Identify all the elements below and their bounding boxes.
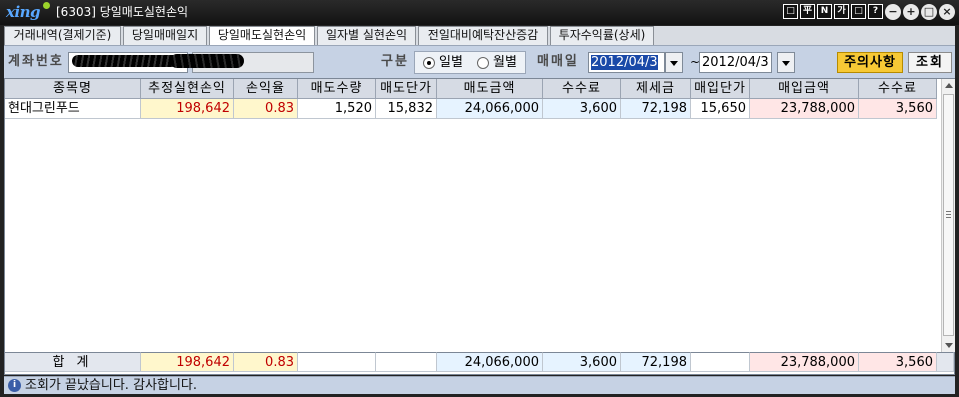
total-buy-amount: 23,788,000: [750, 352, 859, 372]
radio-daily-label: 일별: [439, 55, 463, 70]
header-tax[interactable]: 제세금: [621, 79, 691, 99]
header-est-realized-pnl[interactable]: 추정실현손익: [141, 79, 234, 99]
account-label: 계좌번호: [8, 54, 64, 69]
query-button[interactable]: 조회: [908, 52, 952, 73]
type-label: 구분: [381, 54, 409, 69]
total-row-filler: [937, 352, 954, 372]
vertical-scrollbar[interactable]: [941, 79, 955, 352]
header-sell-price[interactable]: 매도단가: [376, 79, 437, 99]
header-pnl-rate[interactable]: 손익율: [234, 79, 298, 99]
header-buy-commission[interactable]: 수수료: [859, 79, 937, 99]
results-grid: 종목명 추정실현손익 손익율 매도수량 매도단가 매도금액 수수료 제세금 매입…: [4, 78, 955, 375]
status-bar: i 조회가 끝났습니다. 감사합니다.: [4, 376, 955, 394]
date-from-dropdown[interactable]: [665, 52, 683, 73]
date-to-dropdown[interactable]: [777, 52, 795, 73]
tab-daily-realized-by-date[interactable]: 일자별 실현손익: [317, 26, 416, 45]
query-panel: 계좌번호 구분 일별 월별 매매일 2012/04/3 ~ 2012/04/3 …: [4, 45, 955, 78]
date-from-value: 2012/04/3: [591, 55, 658, 70]
minimize-icon[interactable]: −: [885, 4, 901, 20]
status-message: 조회가 끝났습니다. 감사합니다.: [25, 378, 198, 393]
close-icon[interactable]: ×: [939, 4, 955, 20]
scroll-grip-icon: [946, 211, 951, 218]
app-logo: xing: [6, 2, 50, 21]
total-buy-price: [691, 352, 750, 372]
header-buy-price[interactable]: 매입단가: [691, 79, 750, 99]
cell-stock-name[interactable]: 현대그린푸드: [5, 99, 141, 119]
cell-pnl-rate: 0.83: [234, 99, 298, 119]
total-sell-amount: 24,066,000: [437, 352, 543, 372]
cell-sell-qty: 1,520: [298, 99, 376, 119]
logo-dot-icon: [43, 2, 50, 9]
window-title: [6303] 당일매도실현손익: [56, 5, 189, 19]
cell-buy-commission: 3,560: [859, 99, 937, 119]
scroll-down-icon[interactable]: [942, 338, 955, 352]
total-est-realized-pnl: 198,642: [141, 352, 234, 372]
account-name-redaction: [170, 54, 244, 68]
total-sell-price: [376, 352, 437, 372]
radio-monthly-indicator: [477, 57, 489, 69]
radio-daily[interactable]: 일별: [423, 56, 463, 70]
radio-daily-indicator: [423, 57, 435, 69]
tab-investment-return[interactable]: 투자수익률(상세): [550, 26, 654, 45]
window-export-button[interactable]: □: [851, 4, 866, 19]
expand-icon[interactable]: +: [903, 4, 919, 20]
title-bar: xing [6303] 당일매도실현손익 □ 平 N 가 □ ? − + □ ×: [0, 0, 959, 25]
cell-commission: 3,600: [543, 99, 621, 119]
cell-sell-price: 15,832: [376, 99, 437, 119]
window-link-button[interactable]: □: [783, 4, 798, 19]
cell-buy-amount: 23,788,000: [750, 99, 859, 119]
scroll-thumb[interactable]: [943, 94, 954, 336]
title-buttons: □ 平 N 가 □ ? − + □ ×: [783, 4, 955, 20]
total-tax: 72,198: [621, 352, 691, 372]
app-window: xing [6303] 당일매도실현손익 □ 平 N 가 □ ? − + □ ×…: [0, 0, 959, 397]
trade-date-label: 매매일: [537, 54, 579, 69]
scroll-up-icon[interactable]: [942, 79, 955, 93]
total-label: 합 계: [5, 352, 141, 372]
date-to-input[interactable]: 2012/04/3: [699, 52, 772, 73]
header-stock-name[interactable]: 종목명: [5, 79, 141, 99]
radio-monthly[interactable]: 월별: [477, 56, 517, 70]
maximize-icon[interactable]: □: [921, 4, 937, 20]
header-sell-qty[interactable]: 매도수량: [298, 79, 376, 99]
date-to-value: 2012/04/3: [702, 55, 769, 70]
tab-transaction-history[interactable]: 거래내역(결제기준): [4, 26, 121, 45]
date-from-input[interactable]: 2012/04/3: [588, 52, 665, 73]
tab-daily-trading-journal[interactable]: 당일매매일지: [123, 26, 207, 45]
total-sell-qty: [298, 352, 376, 372]
total-buy-commission: 3,560: [859, 352, 937, 372]
radio-monthly-label: 월별: [493, 55, 517, 70]
tab-daily-realized-pnl[interactable]: 당일매도실현손익: [209, 26, 315, 45]
app-logo-text: xing: [6, 3, 41, 21]
cell-buy-price: 15,650: [691, 99, 750, 119]
notice-button[interactable]: 주의사항: [837, 52, 903, 73]
period-radio-group: 일별 월별: [414, 51, 526, 74]
header-commission[interactable]: 수수료: [543, 79, 621, 99]
cell-est-realized-pnl: 198,642: [141, 99, 234, 119]
total-commission: 3,600: [543, 352, 621, 372]
header-sell-amount[interactable]: 매도금액: [437, 79, 543, 99]
window-font-button[interactable]: 가: [834, 4, 849, 19]
window-new-button[interactable]: N: [817, 4, 832, 19]
tab-deposit-change[interactable]: 전일대비예탁잔산증감: [418, 26, 548, 45]
info-icon: i: [8, 379, 21, 392]
cell-tax: 72,198: [621, 99, 691, 119]
header-buy-amount[interactable]: 매입금액: [750, 79, 859, 99]
tab-strip: 거래내역(결제기준) 당일매매일지 당일매도실현손익 일자별 실현손익 전일대비…: [4, 26, 955, 45]
account-redaction: [72, 55, 180, 67]
window-pin-button[interactable]: 平: [800, 4, 815, 19]
window-help-button[interactable]: ?: [868, 4, 883, 19]
total-pnl-rate: 0.83: [234, 352, 298, 372]
cell-sell-amount: 24,066,000: [437, 99, 543, 119]
